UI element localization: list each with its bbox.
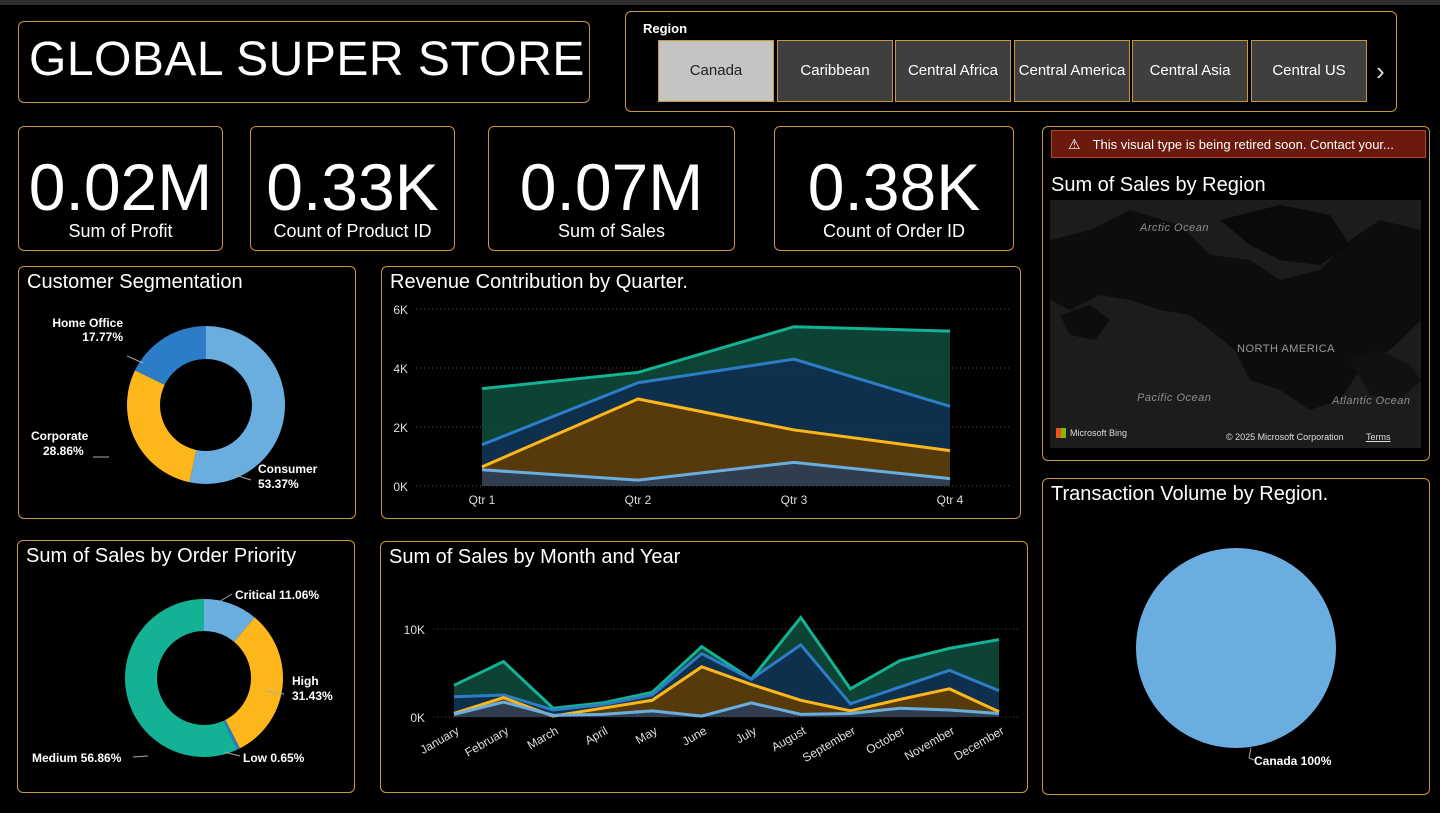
x-tick-label: April — [582, 723, 610, 747]
x-tick-label: October — [863, 723, 907, 756]
sales-by-month-chart[interactable]: 0K 10K January February March April May June Jul… — [381, 572, 1027, 792]
customer-segmentation-chart[interactable]: Home Office 17.77% Corporate 28.86% Cons… — [19, 297, 355, 517]
label-consumer: Consumer — [258, 462, 318, 476]
kpi-label: Sum of Sales — [557, 221, 666, 241]
map-label-atlantic: Atlantic Ocean — [1332, 395, 1411, 407]
region-button-central-us[interactable]: Central US — [1251, 40, 1367, 102]
bing-logo: Microsoft Bing — [1056, 428, 1127, 438]
x-tick-label: Qtr 1 — [469, 493, 496, 507]
map-label-north-america: NORTH AMERICA — [1237, 343, 1335, 355]
map-land — [1050, 205, 1421, 410]
window-top-bar — [0, 0, 1440, 5]
kpi-label: Sum of Profit — [68, 221, 173, 241]
region-slicer: Region Canada Caribbean Central Africa C… — [625, 11, 1397, 112]
map-title: Sum of Sales by Region — [1051, 174, 1266, 196]
label-low: Low 0.65% — [243, 751, 305, 765]
map-terms-link[interactable]: Terms — [1366, 432, 1391, 442]
map-label-arctic: Arctic Ocean — [1140, 222, 1209, 234]
x-tick-label: March — [525, 723, 561, 752]
kpi-label: Count of Order ID — [822, 221, 966, 241]
kpi-card-profit: 0.02M Sum of Profit — [18, 126, 223, 251]
kpi-value: 0.02M — [28, 150, 213, 224]
pct-high: 31.43% — [292, 689, 333, 703]
map-copyright: © 2025 Microsoft Corporation — [1226, 432, 1344, 442]
warning-icon: ⚠ — [1068, 135, 1081, 152]
title-card: GLOBAL SUPER STORE — [18, 21, 590, 103]
x-tick-label: January — [418, 723, 462, 756]
dashboard-title: GLOBAL SUPER STORE — [29, 33, 585, 86]
region-button-canada[interactable]: Canada — [658, 40, 774, 102]
kpi-value: 0.38K — [807, 150, 981, 224]
kpi-card-product-count: 0.33K Count of Product ID — [250, 126, 455, 251]
map-label-pacific: Pacific Ocean — [1137, 392, 1212, 404]
x-tick-label: Qtr 2 — [625, 493, 652, 507]
label-medium: Medium 56.86% — [32, 751, 122, 765]
customer-segmentation-card: Customer Segmentation Home Office 17.77%… — [18, 266, 356, 519]
retirement-warning[interactable]: ⚠ This visual type is being retired soon… — [1051, 130, 1426, 158]
pct-home-office: 17.77% — [82, 330, 123, 344]
x-tick-label: November — [902, 723, 957, 763]
transaction-volume-chart[interactable]: Canada 100% — [1043, 513, 1429, 793]
order-priority-chart[interactable]: Critical 11.06% High 31.43% Low 0.65% Me… — [18, 571, 354, 791]
label-corporate: Corporate — [31, 429, 89, 443]
order-priority-card: Sum of Sales by Order Priority Critical … — [17, 540, 355, 793]
kpi-value: 0.33K — [266, 150, 439, 224]
transaction-volume-card: Transaction Volume by Region. Canada 100… — [1042, 478, 1430, 795]
chart-title: Revenue Contribution by Quarter. — [390, 271, 688, 293]
x-tick-label: Qtr 4 — [937, 493, 964, 507]
region-button-central-america[interactable]: Central America — [1014, 40, 1130, 102]
region-button-central-africa[interactable]: Central Africa — [895, 40, 1011, 102]
x-tick-label: December — [952, 723, 1007, 763]
x-tick-label: July — [733, 723, 758, 746]
y-tick-label: 0K — [393, 480, 408, 494]
sales-by-month-card: Sum of Sales by Month and Year 0K 10K Janu… — [380, 541, 1028, 793]
chart-title: Transaction Volume by Region. — [1051, 483, 1329, 505]
y-tick-label: 4K — [393, 362, 408, 376]
label-home-office: Home Office — [52, 316, 123, 330]
slice-corporate[interactable] — [126, 370, 197, 483]
y-tick-label: 0K — [410, 711, 425, 725]
x-tick-label: February — [462, 723, 511, 759]
x-tick-label: August — [769, 723, 809, 754]
label-critical: Critical 11.06% — [235, 588, 319, 602]
slice-canada[interactable] — [1135, 548, 1336, 748]
warning-text: This visual type is being retired soon. … — [1092, 136, 1394, 152]
kpi-value: 0.07M — [519, 150, 704, 224]
chart-title: Customer Segmentation — [27, 271, 243, 293]
kpi-card-sales: 0.07M Sum of Sales — [488, 126, 735, 251]
kpi-card-order-count: 0.38K Count of Order ID — [774, 126, 1014, 251]
label-canada: Canada 100% — [1254, 754, 1332, 768]
chevron-right-icon[interactable]: › — [1376, 56, 1385, 87]
x-tick-label: September — [800, 723, 858, 764]
label-high: High — [292, 674, 319, 688]
revenue-by-quarter-card: Revenue Contribution by Quarter. 0K 2K 4K 6… — [381, 266, 1021, 519]
y-tick-label: 10K — [404, 623, 425, 637]
x-tick-label: May — [633, 723, 660, 746]
pct-corporate: 28.86% — [43, 444, 84, 458]
pct-consumer: 53.37% — [258, 477, 299, 491]
region-button-central-asia[interactable]: Central Asia — [1132, 40, 1248, 102]
kpi-label: Count of Product ID — [273, 221, 432, 241]
map-canvas[interactable]: Arctic Ocean NORTH AMERICA Pacific Ocean… — [1050, 200, 1421, 448]
y-tick-label: 6K — [393, 303, 408, 317]
map-visual: ⚠ This visual type is being retired soon… — [1042, 126, 1430, 461]
x-tick-label: Qtr 3 — [781, 493, 808, 507]
x-tick-label: June — [680, 723, 710, 748]
region-slicer-label: Region — [643, 21, 688, 36]
region-button-caribbean[interactable]: Caribbean — [777, 40, 893, 102]
chart-title: Sum of Sales by Month and Year — [389, 546, 681, 568]
chart-title: Sum of Sales by Order Priority — [26, 545, 297, 567]
y-tick-label: 2K — [393, 421, 408, 435]
microsoft-logo-icon — [1056, 428, 1066, 438]
revenue-by-quarter-chart[interactable]: 0K 2K 4K 6K Qtr 1 Qtr 2 Qtr 3 Qtr 4 — [382, 297, 1020, 517]
